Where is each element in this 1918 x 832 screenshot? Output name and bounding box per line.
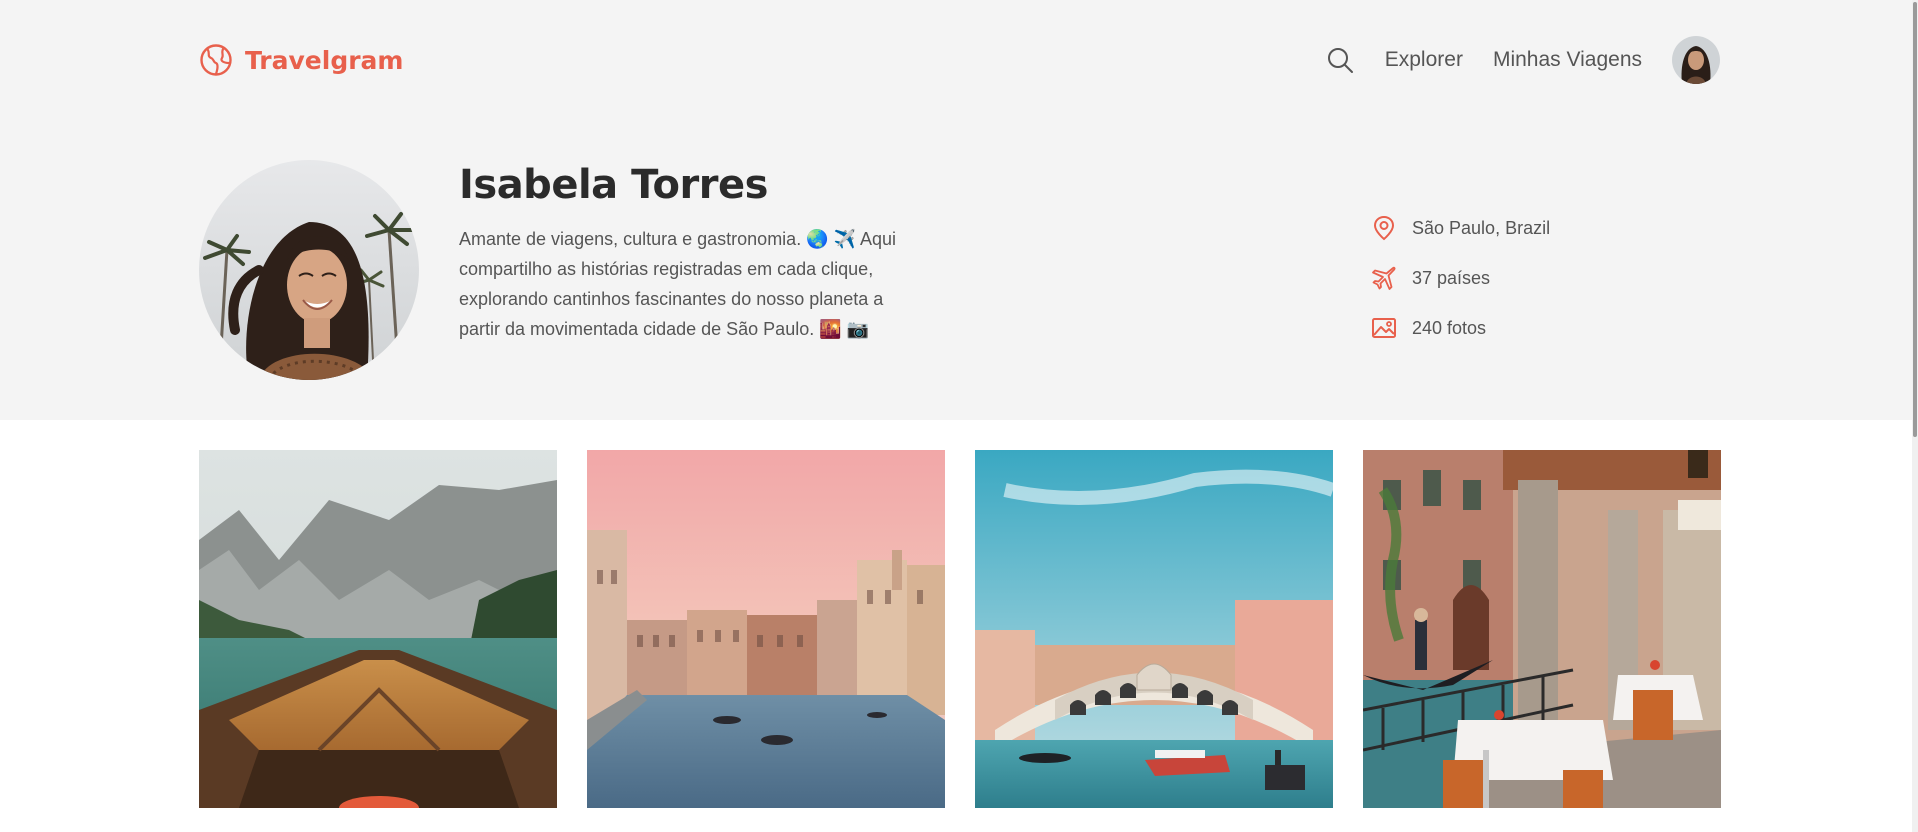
- nav-menu: Explorer Minhas Viagens: [1325, 36, 1720, 84]
- profile-bio: Amante de viagens, cultura e gastronomia…: [459, 229, 897, 339]
- gallery-photo-venice-canal[interactable]: [587, 450, 945, 808]
- nav-my-trips-link[interactable]: Minhas Viagens: [1493, 48, 1642, 72]
- profile-photo: [199, 160, 419, 380]
- map-pin-icon: [1373, 215, 1395, 241]
- page: Travelgram Explorer Minhas Viagens Isabe…: [0, 0, 1918, 832]
- logo-link[interactable]: Travelgram: [199, 38, 403, 82]
- profile-stats: São Paulo, Brazil 37 países 240 fotos: [1370, 203, 1550, 353]
- photo-mountain-lake-image: [199, 450, 557, 808]
- plane-icon: [1372, 266, 1396, 290]
- photo-venice-restaurant-image: [1363, 450, 1721, 808]
- globe-icon: [200, 44, 232, 76]
- gallery-photo-rialto-bridge[interactable]: [975, 450, 1333, 808]
- gallery-photo-venice-restaurant[interactable]: [1363, 450, 1721, 808]
- user-avatar[interactable]: [1672, 36, 1720, 84]
- stat-photos-text: 240 fotos: [1412, 317, 1487, 338]
- profile-name: Isabela Torres: [459, 162, 768, 208]
- avatar-image: [1672, 36, 1720, 84]
- image-icon: [1372, 318, 1396, 338]
- top-navbar: Travelgram Explorer Minhas Viagens: [199, 36, 1720, 88]
- photo-venice-canal-image: [587, 450, 945, 808]
- stat-location: São Paulo, Brazil: [1370, 203, 1550, 253]
- nav-explore-link[interactable]: Explorer: [1385, 48, 1463, 72]
- scrollbar-thumb[interactable]: [1913, 2, 1917, 437]
- logo-text: Travelgram: [245, 45, 404, 75]
- page-scrollbar[interactable]: [1912, 0, 1918, 832]
- photo-gallery: [199, 450, 1721, 808]
- stat-countries-text: 37 países: [1412, 267, 1491, 288]
- stat-photos: 240 fotos: [1370, 303, 1550, 353]
- gallery-photo-mountain-lake[interactable]: [199, 450, 557, 808]
- stat-location-text: São Paulo, Brazil: [1412, 217, 1551, 238]
- profile-info: Isabela Torres Amante de viagens, cultur…: [459, 158, 919, 344]
- photo-rialto-bridge-image: [975, 450, 1333, 808]
- profile-image: [199, 160, 419, 380]
- stat-countries: 37 países: [1370, 253, 1550, 303]
- search-icon[interactable]: [1325, 45, 1355, 75]
